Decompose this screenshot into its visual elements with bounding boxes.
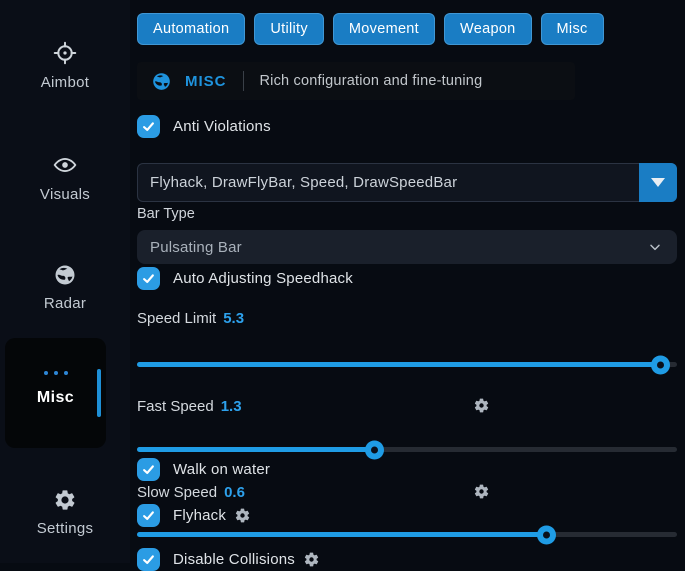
tab-utility[interactable]: Utility <box>254 13 324 45</box>
disable-collisions-checkbox-row[interactable]: Disable Collisions <box>137 548 677 571</box>
fast-speed-label-row: Fast Speed 1.3 <box>137 398 677 415</box>
checkbox-checked-icon[interactable] <box>137 504 160 527</box>
slider-handle[interactable] <box>651 355 670 374</box>
globe-icon <box>53 263 77 287</box>
slow-speed-slider[interactable] <box>137 524 677 544</box>
eye-icon <box>52 152 78 178</box>
sidebar-item-label: Settings <box>37 520 94 537</box>
triangle-down-icon <box>651 178 665 187</box>
gear-icon[interactable] <box>473 397 490 414</box>
bar-type-select[interactable]: Pulsating Bar <box>137 230 677 264</box>
gear-icon[interactable] <box>473 483 490 500</box>
speed-limit-slider[interactable] <box>137 354 677 374</box>
checkbox-label: Flyhack <box>173 507 226 524</box>
slow-speed-label-row: Slow Speed 0.6 <box>137 484 677 501</box>
sidebar-item-label: Radar <box>44 295 86 312</box>
slider-value: 1.3 <box>221 398 242 415</box>
slider-value: 0.6 <box>224 484 245 501</box>
sidebar-item-visuals[interactable]: Visuals <box>0 152 130 204</box>
auto-adjust-checkbox-row[interactable]: Auto Adjusting Speedhack <box>137 267 677 290</box>
chevron-down-icon <box>647 239 663 255</box>
sidebar-item-settings[interactable]: Settings <box>0 488 130 538</box>
sidebar-item-radar[interactable]: Radar <box>0 263 130 313</box>
active-indicator <box>97 369 101 417</box>
checkbox-label: Auto Adjusting Speedhack <box>173 270 353 287</box>
tab-movement[interactable]: Movement <box>333 13 435 45</box>
fast-speed-slider[interactable] <box>137 439 677 459</box>
gear-icon[interactable] <box>303 551 320 568</box>
globe-icon <box>151 71 172 92</box>
sidebar: Aimbot Visuals Radar Misc <box>0 0 130 563</box>
gear-icon <box>53 488 77 512</box>
slider-fill <box>137 362 661 367</box>
tab-misc[interactable]: Misc <box>541 13 604 45</box>
multiselect-value: Flyhack, DrawFlyBar, Speed, DrawSpeedBar <box>138 174 639 191</box>
checkbox-checked-icon[interactable] <box>137 267 160 290</box>
bar-type-label: Bar Type <box>137 206 677 222</box>
slider-value: 5.3 <box>223 310 244 327</box>
select-value: Pulsating Bar <box>137 239 647 256</box>
slider-handle[interactable] <box>537 525 556 544</box>
checkbox-label: Walk on water <box>173 461 270 478</box>
sidebar-item-label: Misc <box>5 389 106 407</box>
section-header: MISC Rich configuration and fine-tuning <box>137 62 575 100</box>
tab-bar: Automation Utility Movement Weapon Misc <box>137 13 677 45</box>
sidebar-item-label: Aimbot <box>41 74 90 91</box>
sidebar-item-aimbot[interactable]: Aimbot <box>0 40 130 92</box>
ellipsis-icon <box>5 371 106 375</box>
speed-limit-label-row: Speed Limit 5.3 <box>137 310 677 327</box>
slider-fill <box>137 447 375 452</box>
tab-automation[interactable]: Automation <box>137 13 245 45</box>
slider-fill <box>137 532 547 537</box>
checkbox-label: Disable Collisions <box>173 551 295 568</box>
sidebar-item-label: Visuals <box>40 186 90 203</box>
bar-flags-multiselect[interactable]: Flyhack, DrawFlyBar, Speed, DrawSpeedBar <box>137 163 677 202</box>
tab-weapon[interactable]: Weapon <box>444 13 532 45</box>
multiselect-dropdown-button[interactable] <box>639 163 677 202</box>
slider-handle[interactable] <box>365 440 384 459</box>
walk-on-water-checkbox-row[interactable]: Walk on water <box>137 458 677 481</box>
slider-label: Speed Limit <box>137 310 216 327</box>
main-panel: Automation Utility Movement Weapon Misc … <box>137 0 677 563</box>
section-subtitle: Rich configuration and fine-tuning <box>260 73 483 89</box>
gear-icon[interactable] <box>234 507 251 524</box>
crosshair-icon <box>52 40 78 66</box>
checkbox-checked-icon[interactable] <box>137 115 160 138</box>
slider-label: Fast Speed <box>137 398 214 415</box>
divider <box>243 71 244 91</box>
slider-label: Slow Speed <box>137 484 217 501</box>
checkbox-label: Anti Violations <box>173 118 271 135</box>
section-title: MISC <box>185 73 227 90</box>
checkbox-checked-icon[interactable] <box>137 458 160 481</box>
anti-violations-checkbox-row[interactable]: Anti Violations <box>137 115 677 138</box>
sidebar-item-misc[interactable]: Misc <box>5 338 106 448</box>
flyhack-checkbox-row[interactable]: Flyhack <box>137 504 677 527</box>
checkbox-checked-icon[interactable] <box>137 548 160 571</box>
